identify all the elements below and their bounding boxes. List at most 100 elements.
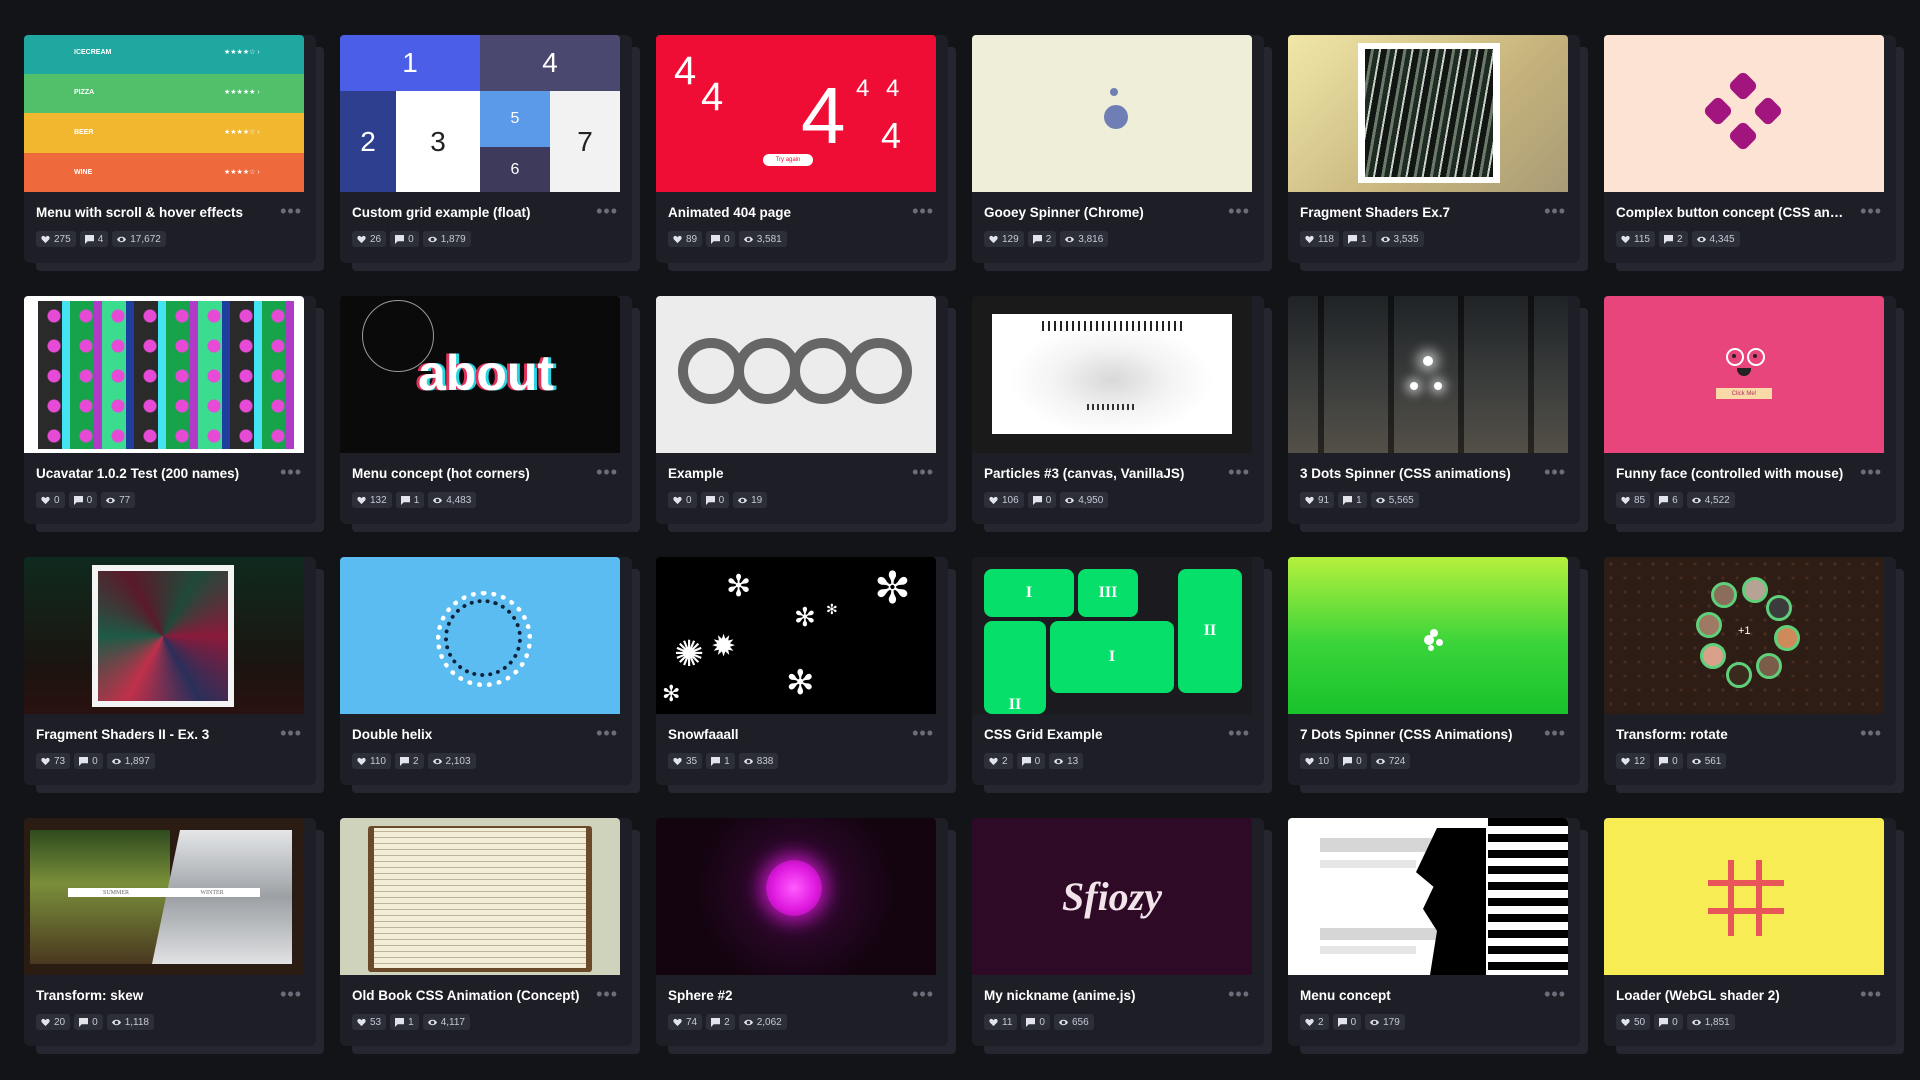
pen-thumbnail[interactable] <box>972 296 1252 453</box>
pen-title[interactable]: Transform: rotate <box>1616 727 1846 742</box>
click-me-button[interactable]: Click Me! <box>1716 388 1772 399</box>
pen-thumbnail[interactable]: Sfiozy <box>972 818 1252 975</box>
likes-stat[interactable]: 129 <box>984 231 1024 247</box>
pen-title[interactable]: Custom grid example (float) <box>352 205 582 220</box>
pen-card[interactable]: SUMMER WINTER Transform: skew ••• 20 0 1… <box>24 818 316 1046</box>
comments-stat[interactable]: 1 <box>706 753 735 769</box>
pen-title[interactable]: Sphere #2 <box>668 988 898 1003</box>
pen-thumbnail[interactable] <box>972 35 1252 192</box>
pen-card[interactable]: 4 4 4 4 4 4 Try again Animated 404 page … <box>656 35 948 263</box>
likes-stat[interactable]: 26 <box>352 231 387 247</box>
likes-stat[interactable]: 73 <box>36 753 71 769</box>
pen-card[interactable]: Menu concept ••• 2 0 179 <box>1288 818 1580 1046</box>
more-dots-icon[interactable]: ••• <box>1544 984 1566 1005</box>
pen-thumbnail[interactable]: I III II I II <box>972 557 1252 714</box>
pen-title[interactable]: CSS Grid Example <box>984 727 1214 742</box>
pen-thumbnail[interactable] <box>656 818 936 975</box>
more-dots-icon[interactable]: ••• <box>912 462 934 483</box>
pen-title[interactable]: Menu with scroll & hover effects <box>36 205 266 220</box>
more-dots-icon[interactable]: ••• <box>1228 462 1250 483</box>
pen-card[interactable]: 7 Dots Spinner (CSS Animations) ••• 10 0… <box>1288 557 1580 785</box>
pen-card[interactable]: Click Me! Funny face (controlled with mo… <box>1604 296 1896 524</box>
comments-stat[interactable]: 0 <box>74 1014 103 1030</box>
pen-thumbnail[interactable]: ✻ ✼ ✻ ✻ ✺ ✹ ✻ ✻ <box>656 557 936 714</box>
pen-card[interactable]: Sfiozy My nickname (anime.js) ••• 11 0 6… <box>972 818 1264 1046</box>
more-dots-icon[interactable]: ••• <box>280 984 302 1005</box>
pen-title[interactable]: Fragment Shaders II - Ex. 3 <box>36 727 266 742</box>
pen-thumbnail[interactable] <box>1604 818 1884 975</box>
pen-title[interactable]: 7 Dots Spinner (CSS Animations) <box>1300 727 1530 742</box>
comments-stat[interactable]: 0 <box>68 492 98 508</box>
more-dots-icon[interactable]: ••• <box>596 462 618 483</box>
pen-title[interactable]: Animated 404 page <box>668 205 898 220</box>
likes-stat[interactable]: 35 <box>668 753 703 769</box>
more-dots-icon[interactable]: ••• <box>1860 723 1882 744</box>
pen-thumbnail[interactable]: ICECREAM PIZZA BEER WINE ★★★★☆ › ★★★★★ ›… <box>24 35 304 192</box>
pen-thumbnail[interactable] <box>340 818 620 975</box>
likes-stat[interactable]: 118 <box>1300 231 1339 247</box>
pen-title[interactable]: Ucavatar 1.0.2 Test (200 names) <box>36 466 266 481</box>
pen-thumbnail[interactable]: Click Me! <box>1604 296 1884 453</box>
likes-stat[interactable]: 275 <box>36 231 76 247</box>
likes-stat[interactable]: 20 <box>36 1014 71 1030</box>
pen-card[interactable]: 3 Dots Spinner (CSS animations) ••• 91 1… <box>1288 296 1580 524</box>
likes-stat[interactable]: 2 <box>1300 1014 1329 1030</box>
pen-thumbnail[interactable]: +1 <box>1604 557 1884 714</box>
comments-stat[interactable]: 1 <box>390 1014 419 1030</box>
comments-stat[interactable]: 0 <box>1021 1014 1050 1030</box>
comments-stat[interactable]: 2 <box>394 753 424 769</box>
likes-stat[interactable]: 110 <box>352 753 391 769</box>
likes-stat[interactable]: 132 <box>352 492 392 508</box>
comments-stat[interactable]: 6 <box>1654 492 1683 508</box>
likes-stat[interactable]: 91 <box>1300 492 1335 508</box>
comments-stat[interactable]: 2 <box>1027 231 1057 247</box>
more-dots-icon[interactable]: ••• <box>280 462 302 483</box>
pen-title[interactable]: Loader (WebGL shader 2) <box>1616 988 1846 1003</box>
pen-thumbnail[interactable] <box>340 557 620 714</box>
pen-title[interactable]: 3 Dots Spinner (CSS animations) <box>1300 466 1530 481</box>
pen-thumbnail[interactable] <box>1288 296 1568 453</box>
likes-stat[interactable]: 53 <box>352 1014 387 1030</box>
more-dots-icon[interactable]: ••• <box>912 723 934 744</box>
likes-stat[interactable]: 50 <box>1616 1014 1651 1030</box>
comments-stat[interactable]: 1 <box>1338 492 1367 508</box>
pen-card[interactable]: Particles #3 (canvas, VanillaJS) ••• 106… <box>972 296 1264 524</box>
try-again-button[interactable]: Try again <box>763 154 813 166</box>
pen-thumbnail[interactable] <box>24 296 304 453</box>
comments-stat[interactable]: 2 <box>1658 231 1688 247</box>
likes-stat[interactable]: 85 <box>1616 492 1651 508</box>
more-dots-icon[interactable]: ••• <box>596 723 618 744</box>
likes-stat[interactable]: 106 <box>984 492 1024 508</box>
comments-stat[interactable]: 1 <box>1342 231 1372 247</box>
likes-stat[interactable]: 10 <box>1300 753 1335 769</box>
comments-stat[interactable]: 0 <box>706 231 735 247</box>
more-dots-icon[interactable]: ••• <box>596 201 618 222</box>
more-dots-icon[interactable]: ••• <box>1228 201 1250 222</box>
likes-stat[interactable]: 115 <box>1616 231 1655 247</box>
comments-stat[interactable]: 0 <box>1016 753 1046 769</box>
pen-title[interactable]: Transform: skew <box>36 988 266 1003</box>
pen-card[interactable]: Double helix ••• 110 2 2,103 <box>340 557 632 785</box>
pen-thumbnail[interactable]: SUMMER WINTER <box>24 818 304 975</box>
likes-stat[interactable]: 74 <box>668 1014 703 1030</box>
more-dots-icon[interactable]: ••• <box>280 201 302 222</box>
pen-card[interactable]: Fragment Shaders II - Ex. 3 ••• 73 0 1,8… <box>24 557 316 785</box>
pen-title[interactable]: Fragment Shaders Ex.7 <box>1300 205 1530 220</box>
more-dots-icon[interactable]: ••• <box>1544 201 1566 222</box>
comments-stat[interactable]: 1 <box>395 492 425 508</box>
more-dots-icon[interactable]: ••• <box>280 723 302 744</box>
comments-stat[interactable]: 0 <box>700 492 730 508</box>
pen-card[interactable]: Old Book CSS Animation (Concept) ••• 53 … <box>340 818 632 1046</box>
pen-thumbnail[interactable] <box>24 557 304 714</box>
pen-thumbnail[interactable]: 4 4 4 4 4 4 Try again <box>656 35 936 192</box>
pen-title[interactable]: Snowfaaall <box>668 727 898 742</box>
pen-title[interactable]: Double helix <box>352 727 582 742</box>
likes-stat[interactable]: 2 <box>984 753 1013 769</box>
more-dots-icon[interactable]: ••• <box>1228 984 1250 1005</box>
comments-stat[interactable]: 0 <box>74 753 103 769</box>
likes-stat[interactable]: 11 <box>984 1014 1018 1030</box>
pen-title[interactable]: Particles #3 (canvas, VanillaJS) <box>984 466 1214 481</box>
pen-card[interactable]: ICECREAM PIZZA BEER WINE ★★★★☆ › ★★★★★ ›… <box>24 35 316 263</box>
comments-stat[interactable]: 4 <box>79 231 109 247</box>
pen-card[interactable]: I III II I II CSS Grid Example ••• 2 0 1… <box>972 557 1264 785</box>
